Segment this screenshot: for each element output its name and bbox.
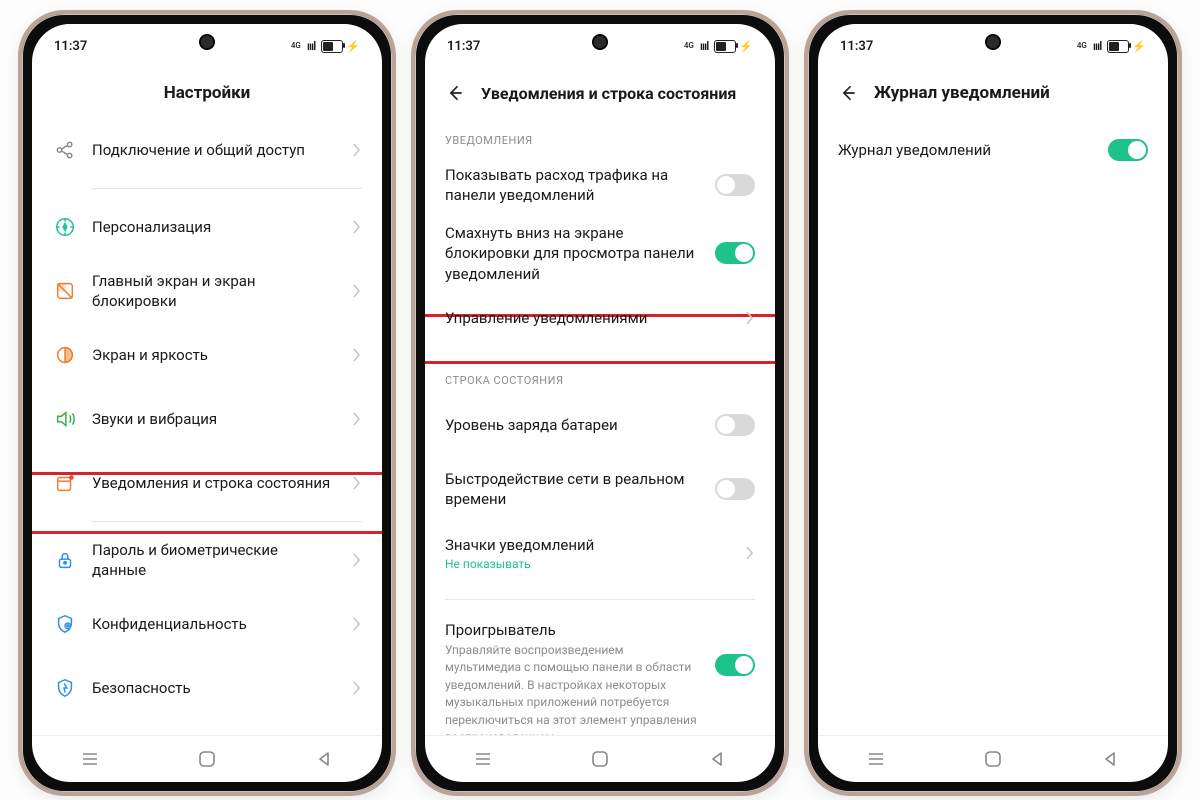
settings-row-display[interactable]: Экран и яркость: [52, 323, 362, 387]
page-title: Настройки: [32, 68, 382, 118]
privacy-icon: [52, 611, 78, 637]
brightness-icon: [52, 342, 78, 368]
navigation-bar: [425, 735, 775, 782]
row-label: Персонализация: [92, 217, 338, 237]
notification-icon: [52, 470, 78, 496]
camera-notch: [592, 34, 608, 50]
sound-icon: [52, 406, 78, 432]
signal-icon: ıııl: [307, 39, 315, 53]
net-type-label: 4G: [1077, 42, 1087, 50]
row-description: Управляйте воспроизведением мультимедиа …: [445, 642, 701, 736]
toggle-switch[interactable]: [1108, 139, 1148, 161]
page-title-text: Журнал уведомлений: [874, 83, 1050, 103]
net-type-label: 4G: [291, 42, 301, 50]
row-player[interactable]: Проигрыватель Управляйте воспроизведение…: [445, 606, 755, 736]
settings-row-notifications[interactable]: Уведомления и строка состояния: [52, 451, 362, 515]
page-title-text: Настройки: [164, 83, 251, 103]
row-label: Управление уведомлениями: [445, 308, 731, 328]
chevron-right-icon: [352, 348, 362, 362]
chevron-right-icon: [352, 553, 362, 567]
page-header: Уведомления и строка состояния: [425, 68, 775, 118]
clock: 11:37: [54, 39, 87, 54]
row-label: Подключение и общий доступ: [92, 140, 338, 160]
nav-home[interactable]: [588, 747, 612, 771]
battery-icon: ⚡: [321, 40, 360, 53]
settings-row-biometrics[interactable]: Пароль и биометрические данные: [52, 528, 362, 592]
settings-row-connection[interactable]: Подключение и общий доступ: [52, 118, 362, 182]
battery-icon: ⚡: [1107, 40, 1146, 53]
nav-home[interactable]: [981, 747, 1005, 771]
nav-recents[interactable]: [78, 747, 102, 771]
row-label: Главный экран и экран блокировки: [92, 271, 338, 312]
clock: 11:37: [840, 39, 873, 54]
row-label: Быстродействие сети в реальном времени: [445, 469, 701, 510]
nav-home[interactable]: [195, 747, 219, 771]
row-label: Значки уведомлений: [445, 535, 731, 555]
row-label: Безопасность: [92, 678, 338, 698]
row-label: Уведомления и строка состояния: [92, 473, 338, 493]
share-icon: [52, 137, 78, 163]
row-net-speed[interactable]: Быстродействие сети в реальном времени: [445, 457, 755, 521]
row-notification-log[interactable]: Журнал уведомлений: [838, 118, 1148, 182]
row-label: Конфиденциальность: [92, 614, 338, 634]
row-label: Журнал уведомлений: [838, 140, 1094, 160]
navigation-bar: [818, 735, 1168, 782]
row-label: Звуки и вибрация: [92, 409, 338, 429]
chevron-right-icon: [352, 143, 362, 157]
back-button[interactable]: [836, 81, 860, 105]
page-header: Журнал уведомлений: [818, 68, 1168, 118]
shield-icon: [52, 675, 78, 701]
chevron-right-icon: [352, 284, 362, 298]
settings-row-sound[interactable]: Звуки и вибрация: [52, 387, 362, 451]
settings-row-home[interactable]: Главный экран и экран блокировки: [52, 259, 362, 323]
nav-recents[interactable]: [864, 747, 888, 771]
toggle-switch[interactable]: [715, 414, 755, 436]
row-label: Уровень заряда батареи: [445, 415, 701, 435]
chevron-right-icon: [745, 311, 755, 325]
camera-notch: [199, 34, 215, 50]
chevron-right-icon: [352, 220, 362, 234]
signal-icon: ıııl: [1093, 39, 1101, 53]
row-label: Показывать расход трафика на панели увед…: [445, 165, 701, 206]
chevron-right-icon: [352, 681, 362, 695]
toggle-switch[interactable]: [715, 654, 755, 676]
camera-notch: [985, 34, 1001, 50]
settings-row-personalization[interactable]: Персонализация: [52, 195, 362, 259]
row-label: Проигрыватель: [445, 620, 701, 640]
home-icon: [52, 278, 78, 304]
toggle-switch[interactable]: [715, 478, 755, 500]
net-type-label: 4G: [684, 42, 694, 50]
settings-row-privacy[interactable]: Конфиденциальность: [52, 592, 362, 656]
settings-row-location[interactable]: Местоположение: [52, 720, 362, 736]
nav-back[interactable]: [312, 747, 336, 771]
toggle-switch[interactable]: [715, 174, 755, 196]
nav-back[interactable]: [705, 747, 729, 771]
signal-icon: ıııl: [700, 39, 708, 53]
row-show-traffic[interactable]: Показывать расход трафика на панели увед…: [445, 153, 755, 217]
row-manage-notifications[interactable]: Управление уведомлениями: [445, 290, 755, 346]
compass-icon: [52, 214, 78, 240]
clock: 11:37: [447, 39, 480, 54]
navigation-bar: [32, 735, 382, 782]
row-label: Пароль и биометрические данные: [92, 540, 338, 581]
row-label: Смахнуть вниз на экране блокировки для п…: [445, 223, 701, 284]
nav-recents[interactable]: [471, 747, 495, 771]
chevron-right-icon: [745, 546, 755, 560]
row-value: Не показывать: [445, 557, 731, 571]
row-battery-level[interactable]: Уровень заряда батареи: [445, 393, 755, 457]
settings-row-security[interactable]: Безопасность: [52, 656, 362, 720]
back-button[interactable]: [443, 81, 467, 105]
nav-back[interactable]: [1098, 747, 1122, 771]
chevron-right-icon: [352, 476, 362, 490]
chevron-right-icon: [352, 412, 362, 426]
row-swipe-lockscreen[interactable]: Смахнуть вниз на экране блокировки для п…: [445, 217, 755, 290]
toggle-switch[interactable]: [715, 242, 755, 264]
battery-icon: ⚡: [714, 40, 753, 53]
page-title-text: Уведомления и строка состояния: [481, 84, 736, 103]
row-label: Экран и яркость: [92, 345, 338, 365]
lock-icon: [52, 547, 78, 573]
chevron-right-icon: [352, 617, 362, 631]
row-notif-icons[interactable]: Значки уведомлений Не показывать: [445, 521, 755, 585]
section-notifications: УВЕДОМЛЕНИЯ: [445, 118, 755, 153]
